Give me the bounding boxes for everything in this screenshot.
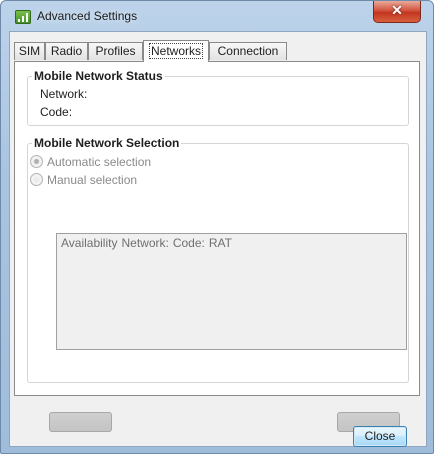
tab-radio[interactable]: Radio <box>45 42 88 60</box>
network-status-title: Mobile Network Status <box>32 69 165 83</box>
tab-sim[interactable]: SIM <box>14 42 45 60</box>
network-status-group: Mobile Network Status Network: Code: <box>27 69 409 126</box>
network-label: Network: <box>40 87 88 101</box>
column-rat[interactable]: RAT <box>209 236 232 250</box>
network-list[interactable]: Availability Network: Code: RAT <box>56 233 407 350</box>
column-code[interactable]: Code: <box>173 236 205 250</box>
manual-selection-radio[interactable]: Manual selection <box>30 173 137 187</box>
close-button[interactable]: Close <box>353 426 407 447</box>
tab-connection[interactable]: Connection <box>209 42 287 60</box>
tab-networks[interactable]: Networks <box>143 40 209 62</box>
window-close-button[interactable]: ✕ <box>373 1 421 23</box>
automatic-selection-label: Automatic selection <box>47 155 152 169</box>
network-selection-title: Mobile Network Selection <box>32 136 182 150</box>
column-availability[interactable]: Availability <box>61 236 117 250</box>
radio-unchecked-icon <box>30 173 43 186</box>
title-bar[interactable]: Advanced Settings ✕ <box>1 1 433 31</box>
column-network[interactable]: Network: <box>121 236 168 250</box>
advanced-settings-window: Advanced Settings ✕ SIM Radio Profiles N… <box>0 0 434 454</box>
code-label: Code: <box>40 105 73 119</box>
dialog-client-area: SIM Radio Profiles Networks Connection M… <box>9 31 427 447</box>
close-icon: ✕ <box>391 2 403 18</box>
networks-tab-panel: Mobile Network Status Network: Code: Mob… <box>14 61 420 432</box>
tab-profiles[interactable]: Profiles <box>88 42 143 60</box>
network-list-header: Availability Network: Code: RAT <box>61 236 236 250</box>
manual-selection-label: Manual selection <box>47 173 138 187</box>
automatic-selection-radio[interactable]: Automatic selection <box>30 155 151 169</box>
radio-checked-icon <box>30 155 43 168</box>
refresh-button-disabled[interactable] <box>49 412 112 432</box>
window-title: Advanced Settings <box>37 9 138 23</box>
signal-bars-icon <box>15 10 31 24</box>
